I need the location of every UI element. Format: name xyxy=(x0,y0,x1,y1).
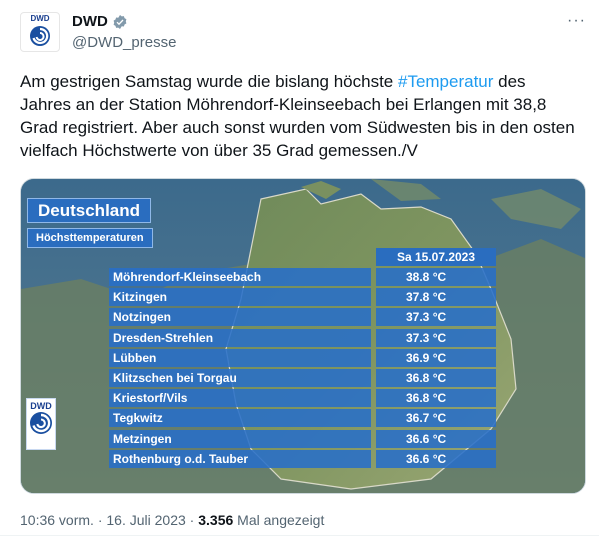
station-temperature: 36.9 °C xyxy=(376,348,496,367)
station-name: Rothenburg o.d. Tauber xyxy=(109,449,371,468)
chart-subtitle: Höchsttemperaturen xyxy=(27,228,153,248)
view-label: Mal angezeigt xyxy=(233,512,325,528)
station-table: Möhrendorf-Kleinseebach 38.8 °C Kitzingen 3… xyxy=(109,268,496,470)
station-name: Kitzingen xyxy=(109,288,371,307)
author-handle[interactable]: @DWD_presse xyxy=(72,34,176,51)
station-row: Dresden-Strehlen 37.3 °C xyxy=(109,328,496,347)
chart-title: Deutschland xyxy=(27,198,152,223)
station-name: Dresden-Strehlen xyxy=(109,328,371,347)
station-name: Klitzschen bei Torgau xyxy=(109,368,371,387)
station-temperature: 36.6 °C xyxy=(376,449,496,468)
tweet-text: Am gestrigen Samstag wurde die bislang h… xyxy=(20,70,580,162)
hashtag-link[interactable]: #Temperatur xyxy=(398,72,493,91)
dwd-swirl-icon xyxy=(30,26,50,46)
station-temperature: 37.3 °C xyxy=(376,308,496,327)
station-row: Metzingen 36.6 °C xyxy=(109,429,496,448)
dwd-logo: DWD xyxy=(26,398,56,450)
station-temperature: 37.3 °C xyxy=(376,328,496,347)
tweet-footer: 10:36 vorm. · 16. Juli 2023 · 3.356 Mal … xyxy=(20,512,324,528)
station-row: Notzingen 37.3 °C xyxy=(109,308,496,327)
station-name: Möhrendorf-Kleinseebach xyxy=(109,268,371,286)
divider xyxy=(0,535,599,536)
station-row: Kriestorf/Vils 36.8 °C xyxy=(109,389,496,408)
more-options-icon[interactable]: ··· xyxy=(567,12,586,30)
view-count: 3.356 xyxy=(198,512,234,528)
station-name: Tegkwitz xyxy=(109,409,371,428)
station-name: Metzingen xyxy=(109,429,371,448)
avatar-label: DWD xyxy=(30,14,50,23)
station-temperature: 38.8 °C xyxy=(376,268,496,286)
footer-separator: · xyxy=(185,512,199,528)
tweet-header: DWD DWD @DWD_presse ··· xyxy=(20,12,586,56)
avatar[interactable]: DWD xyxy=(20,12,60,52)
footer-separator: · xyxy=(93,512,107,528)
tweet-media-image[interactable]: Deutschland Höchsttemperaturen Sa 15.07.… xyxy=(20,178,586,494)
station-name: Notzingen xyxy=(109,308,371,327)
station-row: Kitzingen 37.8 °C xyxy=(109,288,496,307)
station-name: Kriestorf/Vils xyxy=(109,389,371,408)
station-temperature: 36.6 °C xyxy=(376,429,496,448)
dwd-swirl-icon xyxy=(30,412,52,434)
station-temperature: 36.8 °C xyxy=(376,368,496,387)
station-row: Rothenburg o.d. Tauber 36.6 °C xyxy=(109,449,496,468)
tweet-date[interactable]: 16. Juli 2023 xyxy=(106,512,185,528)
tweet-text-before: Am gestrigen Samstag wurde die bislang h… xyxy=(20,72,398,91)
station-row: Möhrendorf-Kleinseebach 38.8 °C xyxy=(109,268,496,286)
verified-badge-icon xyxy=(113,14,127,29)
station-temperature: 36.8 °C xyxy=(376,389,496,408)
station-temperature: 37.8 °C xyxy=(376,288,496,307)
station-row: Lübben 36.9 °C xyxy=(109,348,496,367)
author-name-row: DWD xyxy=(72,13,128,30)
date-header: Sa 15.07.2023 xyxy=(376,248,496,266)
tweet-time[interactable]: 10:36 vorm. xyxy=(20,512,94,528)
station-temperature: 36.7 °C xyxy=(376,409,496,428)
author-name[interactable]: DWD xyxy=(72,13,108,30)
station-row: Tegkwitz 36.7 °C xyxy=(109,409,496,428)
dwd-logo-label: DWD xyxy=(30,401,52,411)
station-name: Lübben xyxy=(109,348,371,367)
station-row: Klitzschen bei Torgau 36.8 °C xyxy=(109,368,496,387)
